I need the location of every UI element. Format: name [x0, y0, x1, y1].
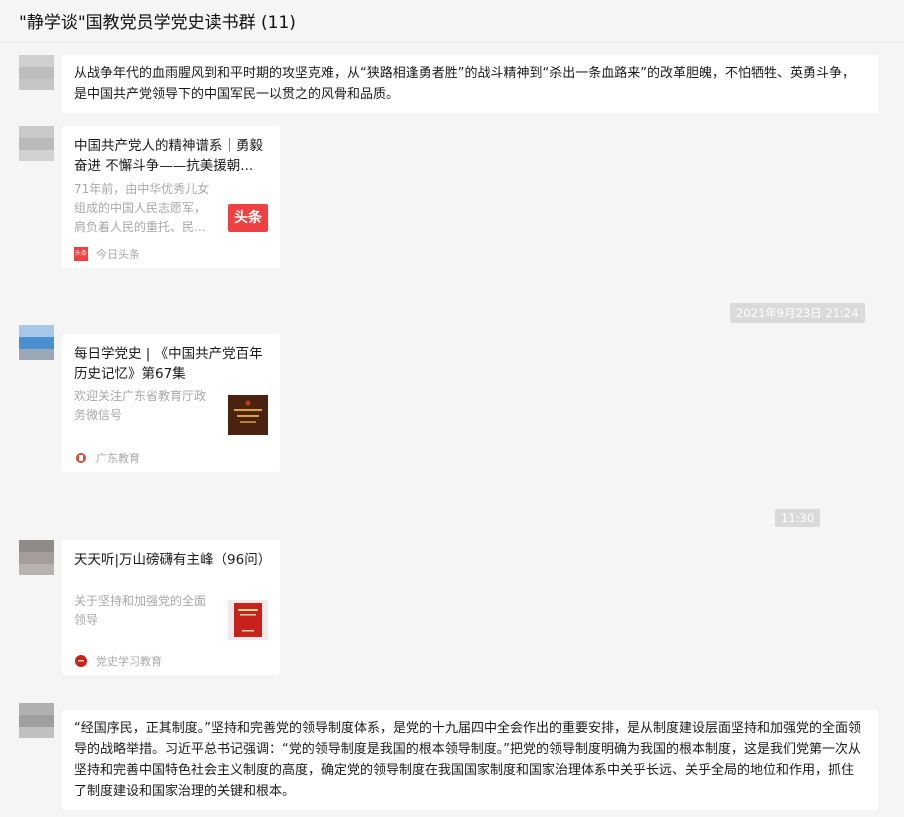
- card-description: 71年前，由中华优秀儿女组成的中国人民志愿军，肩负着人民的重托、民...: [74, 182, 210, 234]
- card-source-name: 广东教育: [96, 452, 140, 465]
- toutiao-logo-icon: 头条: [228, 204, 268, 232]
- card-source: 广东教育: [74, 450, 140, 466]
- avatar[interactable]: [19, 55, 54, 90]
- avatar[interactable]: [19, 325, 54, 360]
- link-card[interactable]: 每日学党史 | 《中国共产党百年历史记忆》第67集 欢迎关注广东省教育厅政务微信…: [62, 334, 280, 472]
- card-title: 中国共产党人的精神谱系｜勇毅奋进 不懈斗争——抗美援朝...: [74, 138, 263, 174]
- card-description: 欢迎关注广东省教育厅政务微信号: [74, 389, 207, 422]
- message-bubble[interactable]: “经国序民，正其制度。”坚持和完善党的领导制度体系，是党的十九届四中全会作出的重…: [62, 710, 878, 810]
- card-source-name: 今日头条: [96, 248, 140, 261]
- card-source-name: 党史学习教育: [96, 655, 162, 668]
- chat-header: "静学谈"国教党员学党史读书群 (11): [0, 0, 904, 43]
- message-text: “经国序民，正其制度。”坚持和完善党的领导制度体系，是党的十九届四中全会作出的重…: [74, 721, 861, 799]
- chat-title: "静学谈"国教党员学党史读书群 (11): [19, 13, 296, 33]
- link-card[interactable]: 天天听|万山磅礴有主峰（96问） 关于坚持和加强党的全面领导 党史学习教育: [62, 540, 280, 675]
- avatar[interactable]: [19, 703, 54, 738]
- message-bubble[interactable]: 从战争年代的血雨腥风到和平时期的攻坚克难，从“狭路相逢勇者胜”的战斗精神到“杀出…: [62, 55, 878, 113]
- avatar[interactable]: [19, 540, 54, 575]
- message-text: 从战争年代的血雨腥风到和平时期的攻坚克难，从“狭路相逢勇者胜”的战斗精神到“杀出…: [74, 66, 855, 102]
- card-title: 天天听|万山磅礴有主峰（96问）: [74, 552, 272, 568]
- timestamp: 11:30: [775, 509, 821, 527]
- article-thumbnail: [228, 395, 268, 435]
- history-book-icon: [228, 395, 268, 435]
- toutiao-thumbnail: 头条: [228, 198, 268, 238]
- card-title: 每日学党史 | 《中国共产党百年历史记忆》第67集: [74, 346, 263, 382]
- card-source: 党史学习教育: [74, 653, 162, 669]
- card-description: 关于坚持和加强党的全面领导: [74, 594, 207, 627]
- red-book-icon: [228, 600, 268, 640]
- card-source: 头条 今日头条: [74, 246, 140, 262]
- link-card[interactable]: 中国共产党人的精神谱系｜勇毅奋进 不懈斗争——抗美援朝... 71年前，由中华优…: [62, 126, 280, 268]
- timestamp: 2021年9月23日 21:24: [730, 303, 865, 323]
- avatar[interactable]: [19, 126, 54, 161]
- guangdong-education-icon: [76, 453, 86, 463]
- party-history-icon: [75, 655, 87, 667]
- toutiao-source-icon: 头条: [74, 247, 88, 261]
- article-thumbnail: [228, 600, 268, 640]
